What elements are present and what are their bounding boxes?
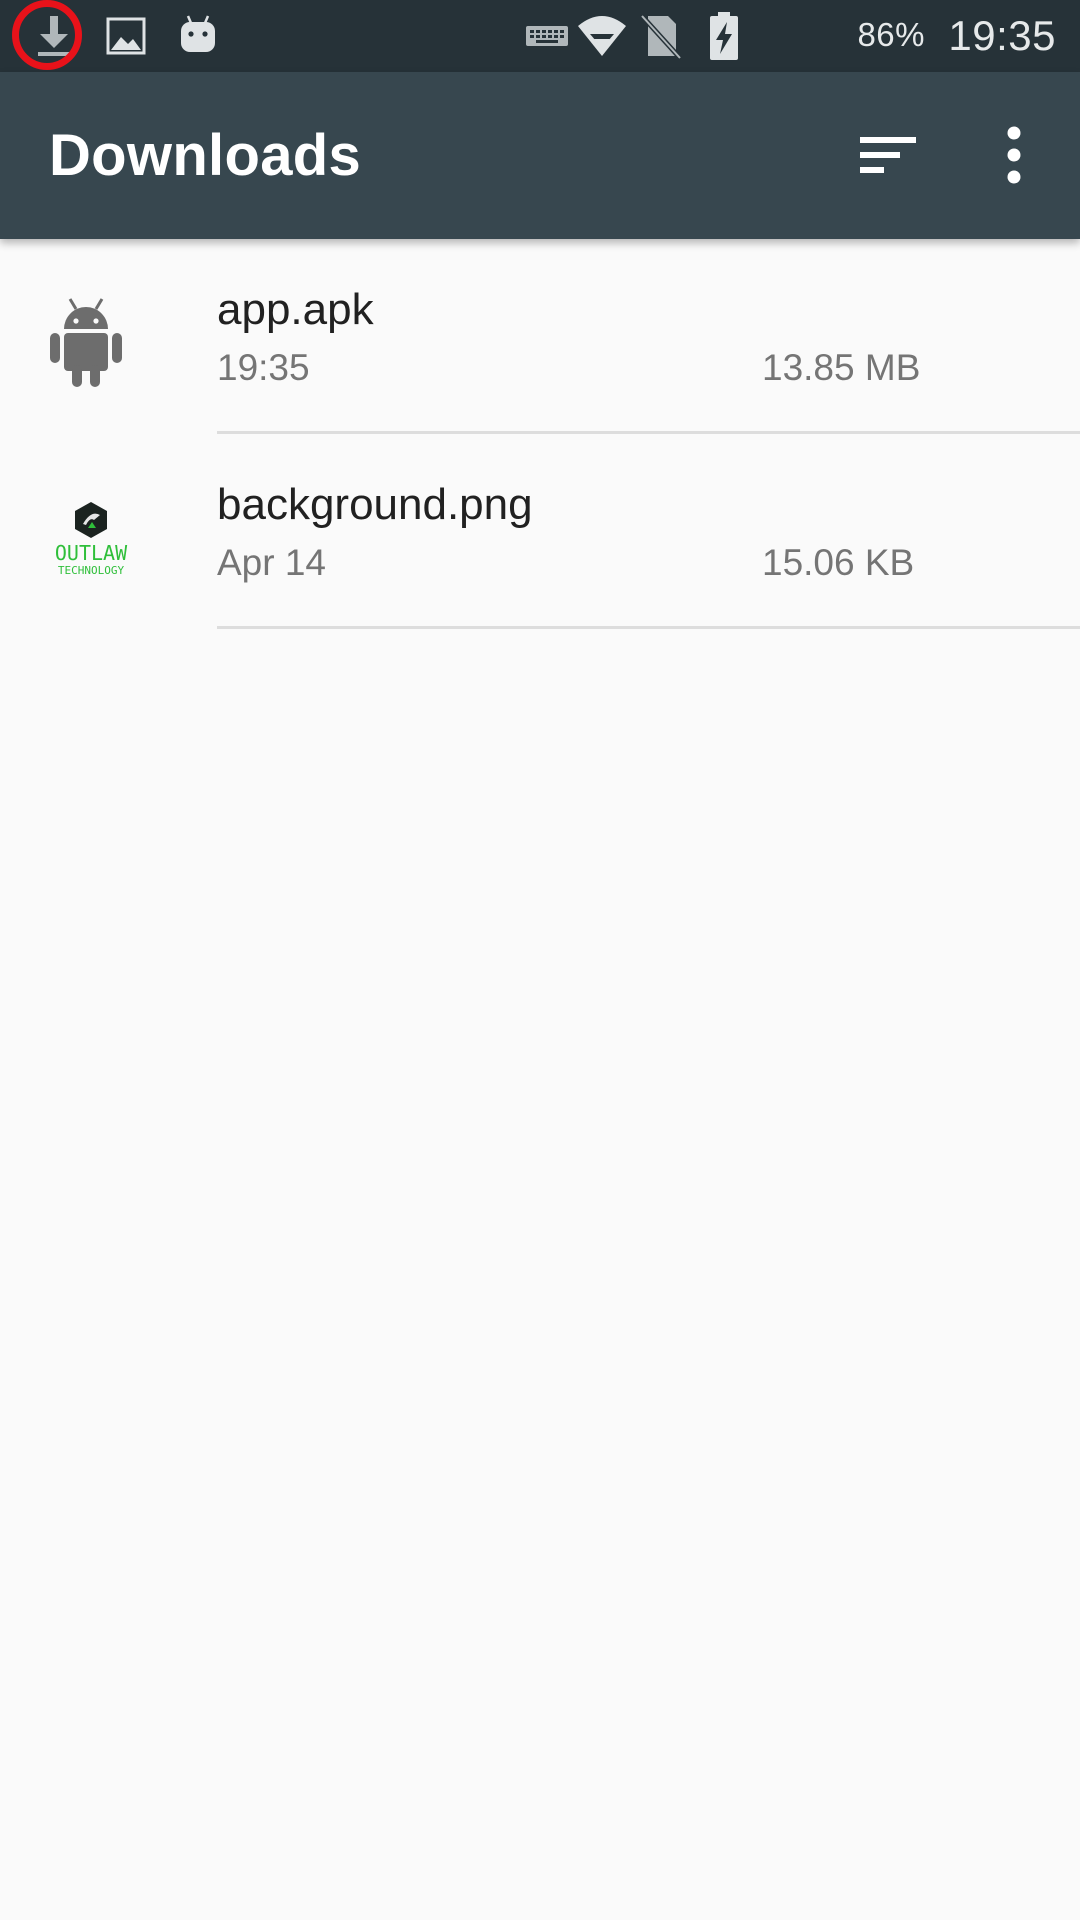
downloads-screen: 86% 19:35 Downloads app.apk 19:35 13.85 … bbox=[0, 0, 1080, 1920]
android-notification-icon bbox=[172, 10, 224, 62]
no-sim-icon bbox=[634, 10, 686, 62]
battery-charging-icon bbox=[704, 10, 744, 62]
file-size: 15.06 KB bbox=[762, 542, 915, 583]
keyboard-icon bbox=[524, 10, 570, 62]
logo-text-technology: TECHNOLOGY bbox=[58, 564, 125, 577]
more-options-button[interactable] bbox=[969, 110, 1059, 200]
list-item[interactable]: app.apk 19:35 13.85 MB bbox=[0, 239, 1080, 434]
sort-icon bbox=[860, 137, 916, 173]
file-name: app.apk bbox=[217, 285, 374, 334]
file-date: 19:35 bbox=[217, 347, 310, 388]
status-bar: 86% 19:35 bbox=[0, 0, 1080, 72]
divider bbox=[217, 626, 1080, 629]
wifi-icon bbox=[576, 10, 628, 62]
file-name: background.png bbox=[217, 480, 533, 529]
logo-text-outlaw: OUTLAW bbox=[55, 541, 128, 565]
android-icon bbox=[36, 289, 146, 399]
battery-percent: 86% bbox=[857, 16, 925, 53]
app-bar: Downloads bbox=[0, 72, 1080, 239]
list-item[interactable]: OUTLAW TECHNOLOGY background.png Apr 14 … bbox=[0, 434, 1080, 629]
more-vert-icon bbox=[1007, 126, 1021, 184]
download-icon bbox=[28, 10, 80, 62]
status-clock: 19:35 bbox=[948, 12, 1056, 59]
downloads-list: app.apk 19:35 13.85 MB OUTLAW TECHNOLOGY… bbox=[0, 239, 1080, 629]
file-size: 13.85 MB bbox=[762, 347, 921, 388]
sort-button[interactable] bbox=[843, 110, 933, 200]
file-date: Apr 14 bbox=[217, 542, 327, 583]
page-title: Downloads bbox=[49, 123, 362, 188]
image-icon bbox=[100, 10, 152, 62]
outlaw-technology-logo: OUTLAW TECHNOLOGY bbox=[36, 484, 146, 594]
